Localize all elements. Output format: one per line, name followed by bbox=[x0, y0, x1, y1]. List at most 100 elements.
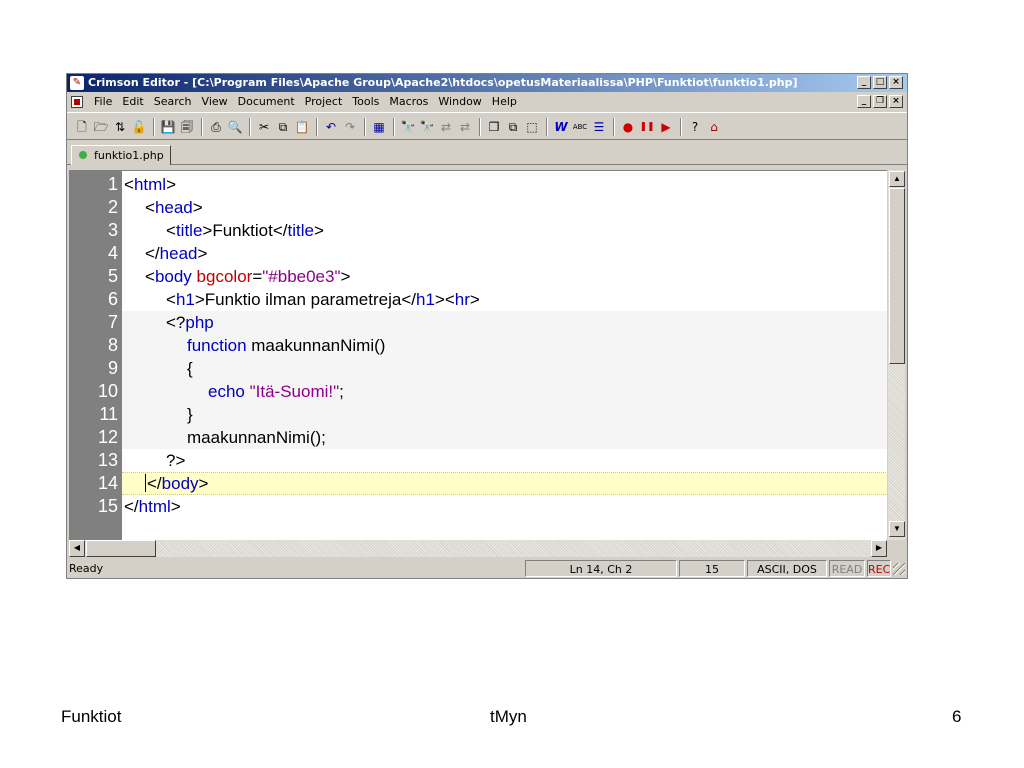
code-line-6: <h1>Funktio ilman parametreja</h1><hr> bbox=[122, 288, 887, 311]
menu-help[interactable]: Help bbox=[487, 93, 522, 111]
code-line-14-current: </body> bbox=[122, 472, 887, 495]
menu-macros[interactable]: Macros bbox=[384, 93, 433, 111]
slide-page-number: 6 bbox=[952, 707, 962, 726]
open-remote-icon[interactable]: ⇅ bbox=[111, 118, 129, 136]
document-close-button[interactable]: × bbox=[889, 95, 903, 108]
record-macro-icon[interactable]: ● bbox=[619, 118, 637, 136]
status-cursor-position: Ln 14, Ch 2 bbox=[525, 560, 677, 577]
scroll-down-arrow-icon[interactable]: ▼ bbox=[889, 521, 905, 537]
column-mode-icon[interactable]: ▦ bbox=[370, 118, 388, 136]
scroll-up-arrow-icon[interactable]: ▲ bbox=[889, 171, 905, 187]
vertical-scroll-thumb[interactable] bbox=[889, 188, 905, 364]
code-token: = bbox=[252, 267, 263, 286]
menu-bar: File Edit Search View Document Project T… bbox=[67, 93, 907, 111]
code-token: < bbox=[124, 175, 134, 194]
toolbar-separator bbox=[393, 118, 395, 136]
line-number: 5 bbox=[107, 266, 118, 286]
line-numbers-icon[interactable]: ☰ bbox=[590, 118, 608, 136]
replace-icon[interactable]: ⇄ bbox=[437, 118, 455, 136]
menu-document[interactable]: Document bbox=[233, 93, 300, 111]
line-number: 4 bbox=[107, 243, 118, 263]
php-file-icon bbox=[79, 151, 87, 159]
code-token: Funktiot bbox=[212, 221, 273, 240]
tab-funktio1[interactable]: funktio1.php bbox=[71, 145, 171, 165]
code-token: > bbox=[313, 221, 324, 240]
line-number: 10 bbox=[97, 381, 118, 401]
print-icon[interactable]: ⎙ bbox=[207, 118, 225, 136]
menu-view[interactable]: View bbox=[197, 93, 233, 111]
undo-icon[interactable]: ↶ bbox=[322, 118, 340, 136]
window-cascade-icon[interactable]: ❐ bbox=[485, 118, 503, 136]
horizontal-scroll-thumb[interactable] bbox=[86, 540, 156, 557]
code-token: < bbox=[166, 290, 176, 309]
pause-macro-icon[interactable]: ❚❚ bbox=[638, 118, 656, 136]
open-folder-icon[interactable]: 🗁 bbox=[92, 118, 110, 136]
horizontal-scrollbar[interactable]: ◀ ▶ bbox=[69, 540, 887, 557]
document-restore-button[interactable]: ❐ bbox=[873, 95, 887, 108]
find-icon[interactable]: 🔭 bbox=[399, 118, 417, 136]
resize-grip-icon[interactable] bbox=[893, 563, 905, 575]
menu-edit[interactable]: Edit bbox=[117, 93, 148, 111]
word-wrap-icon[interactable]: W bbox=[552, 118, 570, 136]
code-line-7: <?php bbox=[122, 311, 887, 334]
close-button[interactable]: × bbox=[889, 76, 903, 89]
code-token: function bbox=[187, 336, 247, 355]
toolbar-separator bbox=[613, 118, 615, 136]
cut-icon[interactable]: ✂ bbox=[255, 118, 273, 136]
vertical-scrollbar[interactable]: ▲ ▼ bbox=[887, 170, 905, 540]
window-tile-icon[interactable]: ⧉ bbox=[504, 118, 522, 136]
code-token: { bbox=[187, 359, 193, 378]
scroll-left-arrow-icon[interactable]: ◀ bbox=[69, 540, 85, 557]
code-token: > bbox=[197, 244, 208, 263]
code-token: h1 bbox=[175, 290, 195, 309]
new-file-icon[interactable]: 🗋 bbox=[73, 118, 91, 136]
open-lock-icon[interactable]: 🔓 bbox=[130, 118, 148, 136]
document-icon[interactable] bbox=[71, 96, 83, 108]
menu-file[interactable]: File bbox=[89, 93, 117, 111]
save-all-icon[interactable]: 🗐 bbox=[178, 118, 196, 136]
code-token: body bbox=[161, 474, 199, 493]
help-icon[interactable]: ? bbox=[686, 118, 704, 136]
toolbar-separator bbox=[201, 118, 203, 136]
menu-window[interactable]: Window bbox=[433, 93, 486, 111]
menu-project[interactable]: Project bbox=[300, 93, 348, 111]
copy-icon[interactable]: ⧉ bbox=[274, 118, 292, 136]
redo-icon[interactable]: ↷ bbox=[341, 118, 359, 136]
slide-footer-center: tMyn bbox=[490, 707, 527, 726]
title-bar[interactable]: ✎ Crimson Editor - [C:\Program Files\Apa… bbox=[67, 74, 907, 92]
file-browser-icon[interactable]: ⬚ bbox=[523, 118, 541, 136]
crimson-editor-app-icon[interactable]: ✎ bbox=[70, 76, 84, 90]
home-icon[interactable]: ⌂ bbox=[705, 118, 723, 136]
minimize-button[interactable]: _ bbox=[857, 76, 871, 89]
spell-check-icon[interactable]: ABC bbox=[571, 118, 589, 136]
toolbar-separator bbox=[249, 118, 251, 136]
code-token: Funktio ilman parametreja bbox=[204, 290, 402, 309]
code-token: </ bbox=[145, 244, 160, 263]
status-encoding[interactable]: ASCII, DOS bbox=[747, 560, 827, 577]
save-icon[interactable]: 💾 bbox=[159, 118, 177, 136]
line-number: 1 bbox=[107, 174, 118, 194]
code-token: </ bbox=[147, 474, 162, 493]
scroll-right-arrow-icon[interactable]: ▶ bbox=[871, 540, 887, 557]
code-editor[interactable]: 1 2 3 4 5 6 7 8 9 10 11 12 13 14 15 <htm… bbox=[69, 170, 887, 540]
paste-icon[interactable]: 📋 bbox=[293, 118, 311, 136]
status-read-mode: READ bbox=[829, 560, 865, 577]
code-token: <? bbox=[166, 313, 186, 332]
toolbar-separator bbox=[364, 118, 366, 136]
document-minimize-button[interactable]: _ bbox=[857, 95, 871, 108]
editor-window: ✎ Crimson Editor - [C:\Program Files\Apa… bbox=[66, 73, 908, 579]
replace-all-icon[interactable]: ⇄ bbox=[456, 118, 474, 136]
code-token: </ bbox=[272, 221, 288, 240]
play-macro-icon[interactable]: ▶ bbox=[657, 118, 675, 136]
menu-tools[interactable]: Tools bbox=[347, 93, 384, 111]
code-line-11: } bbox=[122, 403, 887, 426]
text-caret bbox=[145, 474, 146, 492]
code-token: > bbox=[198, 474, 209, 493]
menu-search[interactable]: Search bbox=[149, 93, 197, 111]
document-caption-buttons: _ ❐ × bbox=[857, 95, 903, 108]
slide-footer-left: Funktiot bbox=[61, 707, 122, 726]
restore-button[interactable]: □ bbox=[873, 76, 887, 89]
find-next-icon[interactable]: 🔭 bbox=[418, 118, 436, 136]
code-token: ?> bbox=[166, 451, 186, 470]
print-preview-icon[interactable]: 🔍 bbox=[226, 118, 244, 136]
